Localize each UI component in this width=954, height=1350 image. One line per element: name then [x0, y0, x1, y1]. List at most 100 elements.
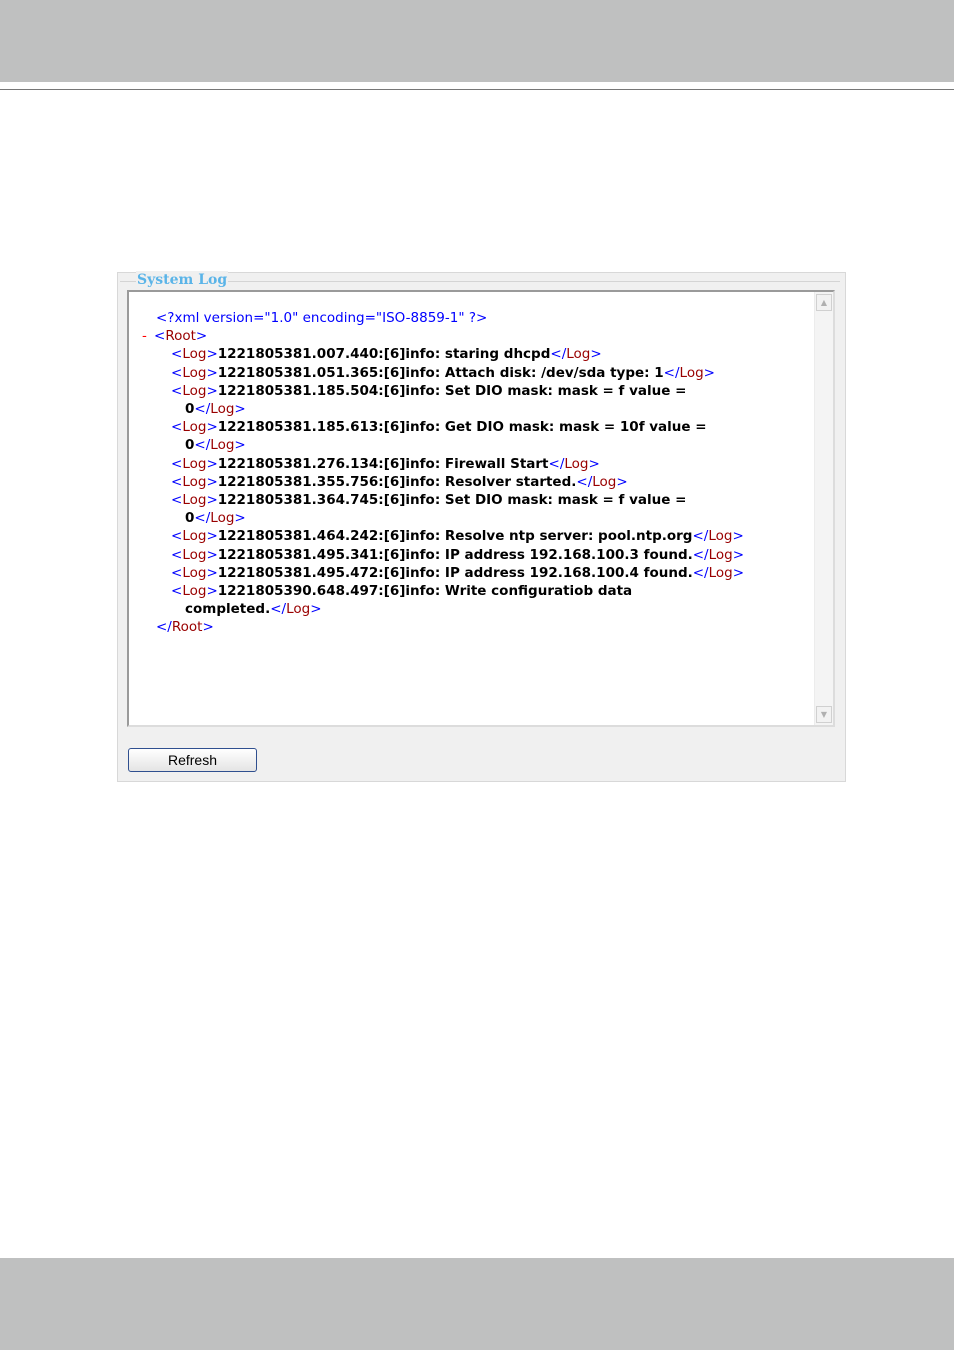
chevron-down-icon[interactable]: ▼ — [816, 706, 832, 723]
log-entry-value: 1221805381.185.504:[6]info: Set DIO mask… — [217, 382, 687, 399]
angle-bracket: < — [154, 328, 166, 345]
panel-title: System Log — [136, 271, 229, 289]
log-tag: Log — [182, 564, 207, 581]
log-entry-line: <Log>1221805381.007.440:[6]info: staring… — [129, 345, 813, 363]
angle-bracket: > — [206, 583, 218, 600]
log-entry-value: 1221805381.185.613:[6]info: Get DIO mask… — [217, 419, 707, 436]
angle-bracket: < — [171, 364, 183, 381]
angle-bracket: < — [171, 473, 183, 490]
chevron-up-icon[interactable]: ▲ — [816, 294, 832, 311]
angle-bracket: > — [202, 619, 214, 636]
log-tag: Log — [566, 346, 591, 363]
log-entry-line: <Log>1221805381.051.365:[6]info: Attach … — [129, 364, 813, 382]
angle-bracket: < — [171, 419, 183, 436]
log-entry-value: 0 — [185, 437, 195, 454]
angle-bracket: > — [206, 419, 218, 436]
log-entries: <Log>1221805381.007.440:[6]info: staring… — [129, 345, 813, 618]
angle-bracket: </ — [194, 401, 211, 418]
log-tag: Log — [182, 455, 207, 472]
log-tag: Log — [286, 601, 311, 618]
vertical-scrollbar[interactable]: ▲ ▼ — [814, 292, 833, 725]
log-entry-line: 0</Log> — [129, 509, 813, 527]
page-header-band — [0, 0, 954, 82]
log-entry-line: completed.</Log> — [129, 600, 813, 618]
angle-bracket: > — [310, 601, 322, 618]
angle-bracket: </ — [692, 528, 709, 545]
log-entry-value: 1221805390.648.497:[6]info: Write config… — [217, 583, 633, 600]
angle-bracket: </ — [576, 473, 593, 490]
collapse-toggle[interactable]: - — [142, 327, 154, 345]
log-tag: Log — [182, 473, 207, 490]
root-tag: Root — [171, 619, 203, 636]
log-tag: Log — [708, 528, 733, 545]
log-entry-line: <Log>1221805381.185.504:[6]info: Set DIO… — [129, 382, 813, 400]
angle-bracket: < — [171, 546, 183, 563]
log-tag: Log — [182, 364, 207, 381]
angle-bracket: > — [206, 546, 218, 563]
angle-bracket: < — [171, 492, 183, 509]
log-entry-line: <Log>1221805390.648.497:[6]info: Write c… — [129, 582, 813, 600]
angle-bracket: </ — [194, 437, 211, 454]
system-log-panel: System Log <?xml version="1.0" encoding=… — [117, 271, 846, 782]
angle-bracket: > — [234, 401, 246, 418]
angle-bracket: < — [171, 564, 183, 581]
log-entry-value: 1221805381.355.756:[6]info: Resolver sta… — [217, 473, 577, 490]
xml-declaration-line: <?xml version="1.0" encoding="ISO-8859-1… — [129, 309, 813, 327]
log-tag: Log — [210, 510, 235, 527]
angle-bracket: </ — [194, 510, 211, 527]
angle-bracket: > — [703, 364, 715, 381]
angle-bracket: < — [171, 346, 183, 363]
angle-bracket: > — [206, 528, 218, 545]
log-tag: Log — [210, 401, 235, 418]
angle-bracket: > — [206, 564, 218, 581]
log-tag: Log — [708, 546, 733, 563]
log-viewer[interactable]: <?xml version="1.0" encoding="ISO-8859-1… — [127, 290, 835, 727]
angle-bracket: </ — [270, 601, 287, 618]
log-entry-value: 1221805381.364.745:[6]info: Set DIO mask… — [217, 492, 687, 509]
page-footer-band — [0, 1258, 954, 1350]
log-entry-value: 0 — [185, 510, 195, 527]
log-tag: Log — [708, 564, 733, 581]
root-close-line: </Root> — [129, 618, 813, 636]
log-entry-value: 1221805381.276.134:[6]info: Firewall Sta… — [217, 455, 549, 472]
angle-bracket: > — [732, 564, 745, 581]
angle-bracket: > — [732, 546, 745, 563]
angle-bracket: > — [206, 473, 218, 490]
angle-bracket: > — [234, 510, 246, 527]
angle-bracket: > — [234, 437, 246, 454]
refresh-button[interactable]: Refresh — [128, 748, 257, 772]
angle-bracket: </ — [663, 364, 680, 381]
log-entry-line: 0</Log> — [129, 436, 813, 454]
angle-bracket: < — [171, 455, 183, 472]
log-entry-line: <Log>1221805381.495.472:[6]info: IP addr… — [129, 564, 813, 582]
angle-bracket: > — [206, 382, 218, 399]
angle-bracket: > — [588, 455, 600, 472]
angle-bracket: > — [195, 328, 208, 345]
angle-bracket: > — [616, 473, 628, 490]
log-tag: Log — [182, 583, 207, 600]
angle-bracket: </ — [692, 546, 709, 563]
log-entry-line: <Log>1221805381.276.134:[6]info: Firewal… — [129, 455, 813, 473]
angle-bracket: < — [171, 583, 183, 600]
log-tag: Log — [182, 546, 207, 563]
log-entry-line: <Log>1221805381.464.242:[6]info: Resolve… — [129, 527, 813, 545]
log-entry-value: 1221805381.495.341:[6]info: IP address 1… — [217, 546, 693, 563]
log-tag: Log — [679, 364, 704, 381]
log-entry-value: 1221805381.464.242:[6]info: Resolve ntp … — [217, 528, 693, 545]
angle-bracket: > — [590, 346, 602, 363]
log-entry-line: <Log>1221805381.355.756:[6]info: Resolve… — [129, 473, 813, 491]
root-tag: Root — [165, 328, 196, 345]
log-tag: Log — [182, 346, 207, 363]
xml-declaration: <?xml version="1.0" encoding="ISO-8859-1… — [156, 310, 488, 326]
header-divider — [0, 89, 954, 90]
log-entry-value: completed. — [185, 601, 271, 618]
angle-bracket: </ — [692, 564, 709, 581]
angle-bracket: > — [206, 455, 218, 472]
angle-bracket: > — [206, 492, 218, 509]
angle-bracket: </ — [550, 346, 567, 363]
angle-bracket: > — [206, 364, 218, 381]
log-entry-value: 1221805381.051.365:[6]info: Attach disk:… — [217, 364, 664, 381]
log-tag: Log — [182, 492, 207, 509]
log-entry-line: 0</Log> — [129, 400, 813, 418]
log-tag: Log — [182, 528, 207, 545]
